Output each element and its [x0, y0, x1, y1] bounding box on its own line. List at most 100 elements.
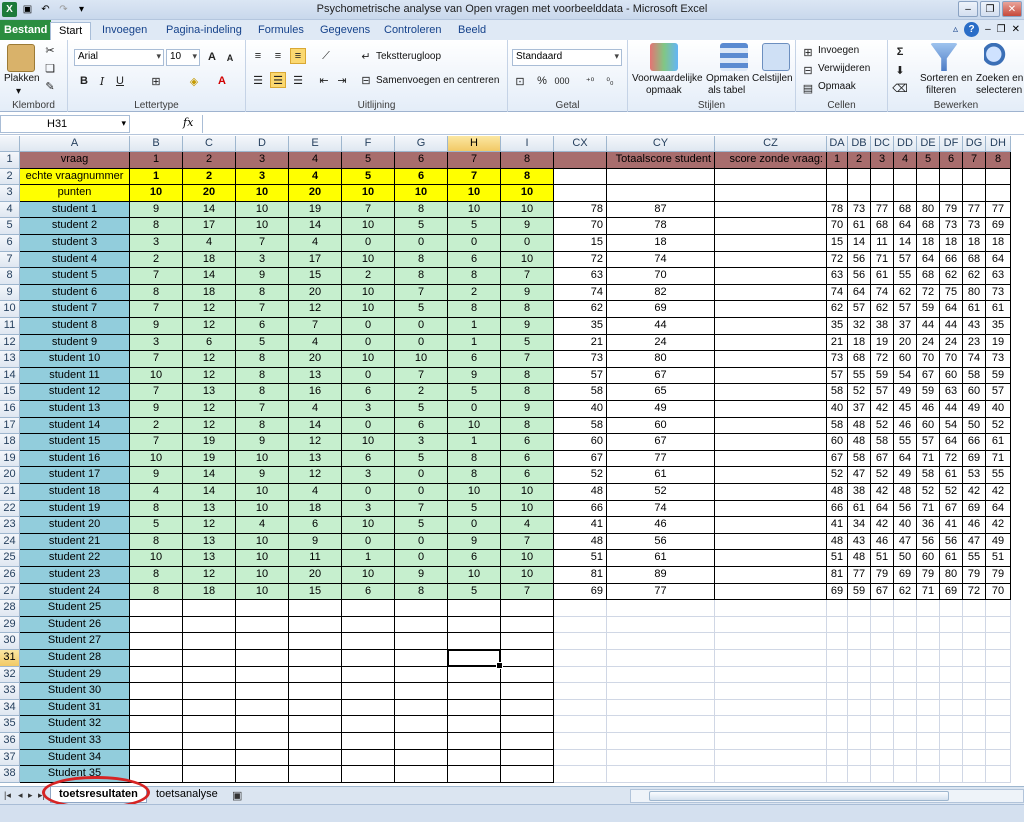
cell[interactable] — [289, 616, 342, 634]
cell[interactable] — [236, 666, 289, 684]
score-cell[interactable]: 10 — [501, 484, 554, 501]
cell[interactable] — [715, 517, 827, 534]
align-right-icon[interactable]: ☰ — [290, 72, 306, 88]
cell[interactable] — [501, 749, 554, 767]
score-without-question-cell[interactable]: 59 — [917, 301, 940, 318]
score-cell[interactable]: 7 — [130, 268, 183, 285]
score-cell[interactable]: 7 — [130, 434, 183, 451]
row-header-17[interactable]: 17 — [0, 417, 20, 435]
student-name-cell[interactable]: Student 25 — [20, 600, 130, 617]
score-cell[interactable]: 8 — [130, 567, 183, 584]
score-cell[interactable]: 10 — [236, 533, 289, 551]
underline-icon[interactable]: U — [112, 73, 128, 89]
cell[interactable] — [501, 766, 554, 783]
student-name-cell[interactable]: student 24 — [20, 583, 130, 601]
format-as-table-icon[interactable] — [720, 43, 748, 71]
column-header-de[interactable]: DE — [917, 136, 940, 152]
score-cell[interactable]: 10 — [501, 251, 554, 269]
score-without-question-cell[interactable]: 51 — [827, 550, 848, 567]
tab-view[interactable]: Beeld — [450, 22, 494, 40]
merge-center-button[interactable]: Samenvoegen en centreren — [376, 75, 499, 86]
paste-icon[interactable] — [7, 44, 35, 72]
score-cell[interactable]: 6 — [448, 550, 501, 567]
score-cell[interactable]: 8 — [501, 417, 554, 435]
score-without-question-cell[interactable]: 48 — [827, 484, 848, 501]
bold-icon[interactable]: B — [76, 73, 92, 89]
score-cell[interactable]: 9 — [448, 533, 501, 551]
cell[interactable] — [236, 716, 289, 733]
student-name-cell[interactable]: Student 30 — [20, 683, 130, 700]
score-without-question-cell[interactable]: 43 — [848, 533, 871, 551]
score-cell[interactable]: 7 — [236, 301, 289, 318]
row-header-10[interactable]: 10 — [0, 301, 20, 318]
tab-review[interactable]: Controleren — [376, 22, 449, 40]
student-name-cell[interactable]: student 4 — [20, 251, 130, 269]
cell[interactable] — [715, 550, 827, 567]
cx-score-cell[interactable]: 81 — [554, 567, 607, 584]
score-cell[interactable]: 10 — [236, 201, 289, 219]
score-without-question-cell[interactable]: 79 — [917, 567, 940, 584]
student-name-cell[interactable]: student 19 — [20, 500, 130, 518]
cell[interactable] — [236, 733, 289, 750]
score-cell[interactable]: 7 — [501, 583, 554, 601]
cell[interactable] — [848, 766, 871, 783]
conditional-formatting-icon[interactable] — [650, 43, 678, 71]
cell[interactable] — [827, 616, 848, 634]
row-header-21[interactable]: 21 — [0, 484, 20, 501]
comma-style-icon[interactable]: 000 — [554, 73, 570, 89]
row-header-35[interactable]: 35 — [0, 716, 20, 733]
score-without-question-cell[interactable]: 49 — [986, 533, 1011, 551]
score-without-question-cell[interactable]: 61 — [986, 434, 1011, 451]
workbook-restore-icon[interactable]: ❐ — [997, 24, 1006, 35]
score-without-question-cell[interactable]: 77 — [848, 567, 871, 584]
column-header-df[interactable]: DF — [940, 136, 963, 152]
cell[interactable] — [607, 600, 715, 617]
cell[interactable] — [501, 733, 554, 750]
student-name-cell[interactable]: student 14 — [20, 417, 130, 435]
score-without-question-cell[interactable]: 79 — [871, 567, 894, 584]
score-cell[interactable]: 12 — [289, 434, 342, 451]
score-without-question-cell[interactable]: 42 — [871, 517, 894, 534]
align-middle-icon[interactable]: ≡ — [270, 48, 286, 64]
total-score-cell[interactable]: 74 — [607, 251, 715, 269]
score-cell[interactable]: 12 — [183, 318, 236, 335]
cell[interactable] — [871, 633, 894, 650]
cell[interactable] — [715, 583, 827, 601]
score-without-question-cell[interactable]: 42 — [871, 401, 894, 418]
score-without-question-cell[interactable]: 50 — [894, 550, 917, 567]
cell[interactable] — [871, 699, 894, 717]
score-without-question-cell[interactable]: 42 — [986, 517, 1011, 534]
student-name-cell[interactable]: Student 32 — [20, 716, 130, 733]
cell[interactable] — [871, 766, 894, 783]
cell[interactable] — [963, 616, 986, 634]
cell[interactable] — [395, 600, 448, 617]
cell[interactable] — [986, 766, 1011, 783]
cell[interactable] — [554, 185, 607, 202]
total-score-cell[interactable]: 52 — [607, 484, 715, 501]
student-name-cell[interactable]: student 17 — [20, 467, 130, 484]
cx-score-cell[interactable]: 58 — [554, 417, 607, 435]
score-without-question-cell[interactable]: 53 — [963, 467, 986, 484]
cell[interactable] — [501, 666, 554, 684]
score-without-question-cell[interactable]: 57 — [986, 384, 1011, 401]
cell[interactable] — [827, 633, 848, 650]
total-score-cell[interactable]: 44 — [607, 318, 715, 335]
currency-icon[interactable]: ⊡ — [512, 73, 528, 89]
cx-score-cell[interactable]: 78 — [554, 201, 607, 219]
cell[interactable] — [963, 699, 986, 717]
cell[interactable] — [236, 633, 289, 650]
cell[interactable] — [894, 168, 917, 186]
increase-decimal-icon[interactable]: ⁺⁰ — [582, 73, 598, 89]
score-without-question-cell[interactable]: 46 — [917, 401, 940, 418]
score-cell[interactable]: 0 — [395, 484, 448, 501]
score-cell[interactable]: 6 — [236, 318, 289, 335]
score-without-question-header[interactable]: score zonde vraag: — [715, 152, 827, 169]
score-without-question-cell[interactable]: 68 — [963, 251, 986, 269]
score-without-question-cell[interactable]: 67 — [871, 450, 894, 468]
help-icon[interactable]: ? — [964, 22, 980, 37]
score-cell[interactable]: 1 — [448, 434, 501, 451]
cell[interactable] — [342, 699, 395, 717]
score-cell[interactable]: 14 — [183, 201, 236, 219]
cell[interactable] — [130, 699, 183, 717]
cell[interactable] — [183, 683, 236, 700]
